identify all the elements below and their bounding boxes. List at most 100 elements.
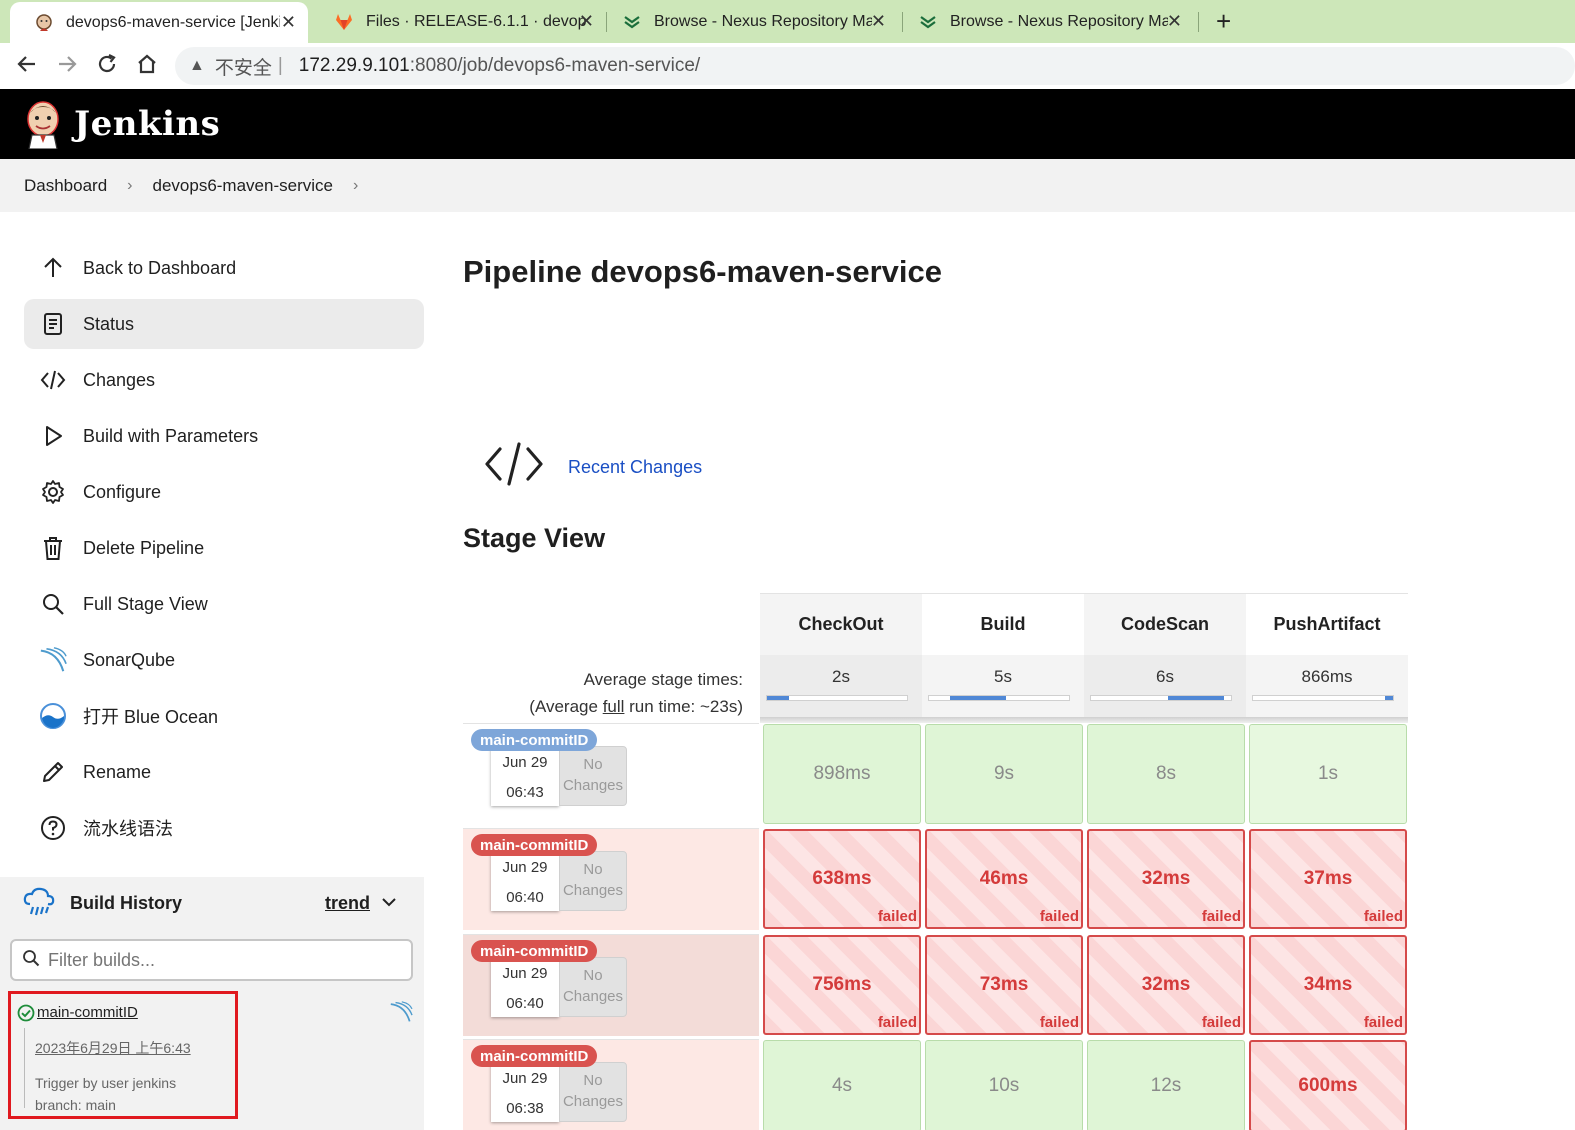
stage-cell-checkout[interactable]: 4s (763, 1040, 921, 1130)
avg-label-line2: (Average full run time: ~23s) (463, 693, 743, 720)
build-branch: branch: main (35, 1097, 116, 1113)
stage-cell-pushartifact[interactable]: 1s (1249, 724, 1407, 824)
sidebar-item-changes[interactable]: Changes (24, 355, 424, 405)
sidebar-item-sonarqube[interactable]: SonarQube (24, 635, 424, 685)
run-row-header: main-commitID Jun 29 06:40 No Changes (463, 828, 759, 930)
tab-nexus-2[interactable]: Browse - Nexus Repository Manager ✕ (894, 0, 1194, 43)
url-field[interactable]: ▲ 不安全 | 172.29.9.101 :8080/job/devops6-m… (175, 47, 1575, 85)
stage-duration: 638ms (812, 868, 872, 889)
avg-label-suffix: run time: ~23s) (624, 697, 743, 716)
breadcrumb-job[interactable]: devops6-maven-service (153, 176, 333, 196)
arrow-up-icon (39, 254, 67, 282)
sidebar-item-label: Status (83, 313, 135, 334)
breadcrumb-dashboard[interactable]: Dashboard (24, 176, 107, 196)
trend-link[interactable]: trend (325, 893, 370, 914)
sidebar-item-label: Delete Pipeline (83, 537, 205, 558)
stage-average-time: 866ms (1246, 655, 1408, 717)
forward-arrow-icon[interactable] (56, 53, 78, 81)
build-name-link[interactable]: main-commitID (37, 1004, 138, 1021)
sidebar-item-blue-ocean[interactable]: 打开 Blue Ocean (24, 691, 424, 741)
stage-duration: 73ms (979, 974, 1029, 995)
home-icon[interactable] (136, 53, 158, 81)
browser-tab-bar: devops6-maven-service [Jenkins] ✕ Files … (0, 0, 1575, 43)
sidebar-item-delete-pipeline[interactable]: Delete Pipeline (24, 523, 424, 573)
stage-duration: 12s (1150, 1075, 1182, 1096)
run-date-time: 06:40 (506, 995, 544, 1012)
stage-cell-build[interactable]: 46ms failed (925, 829, 1083, 929)
run-name-badge[interactable]: main-commitID (471, 940, 598, 962)
sidebar-item-configure[interactable]: Configure (24, 467, 424, 517)
stage-average-bar (766, 695, 908, 701)
run-date: Jun 29 06:38 (491, 1062, 559, 1122)
back-arrow-icon[interactable] (16, 53, 38, 81)
stage-cell-checkout[interactable]: 756ms failed (763, 935, 921, 1035)
jenkins-logo-icon[interactable] (24, 99, 62, 150)
tab-close-icon[interactable]: ✕ (281, 12, 296, 33)
breadcrumb: Dashboard › devops6-maven-service › (0, 159, 1575, 212)
jenkins-favicon-icon (34, 13, 54, 33)
run-name-badge[interactable]: main-commitID (471, 729, 598, 751)
sidebar-item-label: Build with Parameters (83, 425, 259, 446)
reload-icon[interactable] (96, 53, 118, 81)
stage-cell-build[interactable]: 9s (925, 724, 1083, 824)
chevron-right-icon[interactable]: › (353, 177, 358, 195)
tab-close-icon[interactable]: ✕ (579, 11, 594, 32)
stage-cell-build[interactable]: 10s (925, 1040, 1083, 1130)
stage-duration: 37ms (1303, 868, 1353, 889)
build-history-header: Build History trend (0, 877, 424, 929)
jenkins-title[interactable]: Jenkins (74, 104, 220, 144)
no-changes-label: No Changes (559, 851, 627, 911)
run-row-header: main-commitID Jun 29 06:40 No Changes (463, 934, 759, 1036)
stage-average-value: 6s (1156, 667, 1174, 686)
sidebar-item-label: Changes (83, 369, 156, 390)
stage-cell-pushartifact[interactable]: 600ms (1249, 1040, 1407, 1130)
sidebar-item-status[interactable]: Status (24, 299, 424, 349)
stage-cell-codescan[interactable]: 8s (1087, 724, 1245, 824)
chevron-right-icon: › (127, 176, 133, 194)
weather-icon (22, 886, 56, 921)
nexus-favicon-icon (918, 12, 938, 32)
chevron-down-icon[interactable] (380, 893, 398, 916)
stage-cell-pushartifact[interactable]: 34ms failed (1249, 935, 1407, 1035)
build-meta: Trigger by user jenkins branch: main (35, 1072, 176, 1116)
tab-label: devops6-maven-service [Jenkins] (66, 13, 280, 31)
stage-failed-label: failed (1363, 908, 1403, 925)
build-date-link[interactable]: 2023年6月29日 上午6:43 (35, 1038, 191, 1058)
build-filter-box[interactable] (10, 939, 413, 981)
sidebar-item-rename[interactable]: Rename (24, 747, 424, 797)
stage-average-bar-fill (1384, 696, 1393, 700)
stage-average-bar (1252, 695, 1394, 701)
stage-cell-checkout[interactable]: 638ms failed (763, 829, 921, 929)
warning-icon: ▲ (189, 57, 205, 74)
stage-cell-codescan[interactable]: 32ms failed (1087, 829, 1245, 929)
sidebar-item-build-with-parameters[interactable]: Build with Parameters (24, 411, 424, 461)
stage-header-shadow (760, 717, 1408, 723)
sonarqube-icon[interactable] (389, 1001, 413, 1028)
stage-duration: 9s (993, 763, 1015, 784)
trash-icon (39, 534, 67, 562)
tab-gitlab-files[interactable]: Files · RELEASE-6.1.1 · devops6-maven-se… (310, 0, 606, 43)
sidebar-item-pipeline-syntax[interactable]: 流水线语法 (24, 803, 424, 853)
stage-average-bar-fill (950, 696, 1006, 700)
new-tab-button[interactable]: + (1216, 6, 1231, 37)
stage-failed-label: failed (1201, 1014, 1241, 1031)
tab-close-icon[interactable]: ✕ (1167, 11, 1182, 32)
stage-cell-codescan[interactable]: 32ms failed (1087, 935, 1245, 1035)
run-name-badge[interactable]: main-commitID (471, 834, 598, 856)
stage-cell-build[interactable]: 73ms failed (925, 935, 1083, 1035)
address-bar: ▲ 不安全 | 172.29.9.101 :8080/job/devops6-m… (0, 43, 1575, 89)
sidebar-item-back-to-dashboard[interactable]: Back to Dashboard (24, 243, 424, 293)
tab-close-icon[interactable]: ✕ (871, 11, 886, 32)
tab-nexus-1[interactable]: Browse - Nexus Repository Manager ✕ (598, 0, 898, 43)
build-filter-input[interactable] (48, 949, 388, 971)
run-name-badge[interactable]: main-commitID (471, 1045, 598, 1067)
jenkins-header: Jenkins (0, 89, 1575, 159)
sidebar-item-full-stage-view[interactable]: Full Stage View (24, 579, 424, 629)
stage-cell-codescan[interactable]: 12s (1087, 1040, 1245, 1130)
stage-view-title: Stage View (463, 523, 606, 553)
recent-changes-link[interactable]: Recent Changes (568, 457, 702, 478)
stage-cell-pushartifact[interactable]: 37ms failed (1249, 829, 1407, 929)
tab-jenkins[interactable]: devops6-maven-service [Jenkins] ✕ (10, 2, 308, 43)
stage-cell-checkout[interactable]: 898ms (763, 724, 921, 824)
full-run-link[interactable]: full (603, 697, 625, 716)
